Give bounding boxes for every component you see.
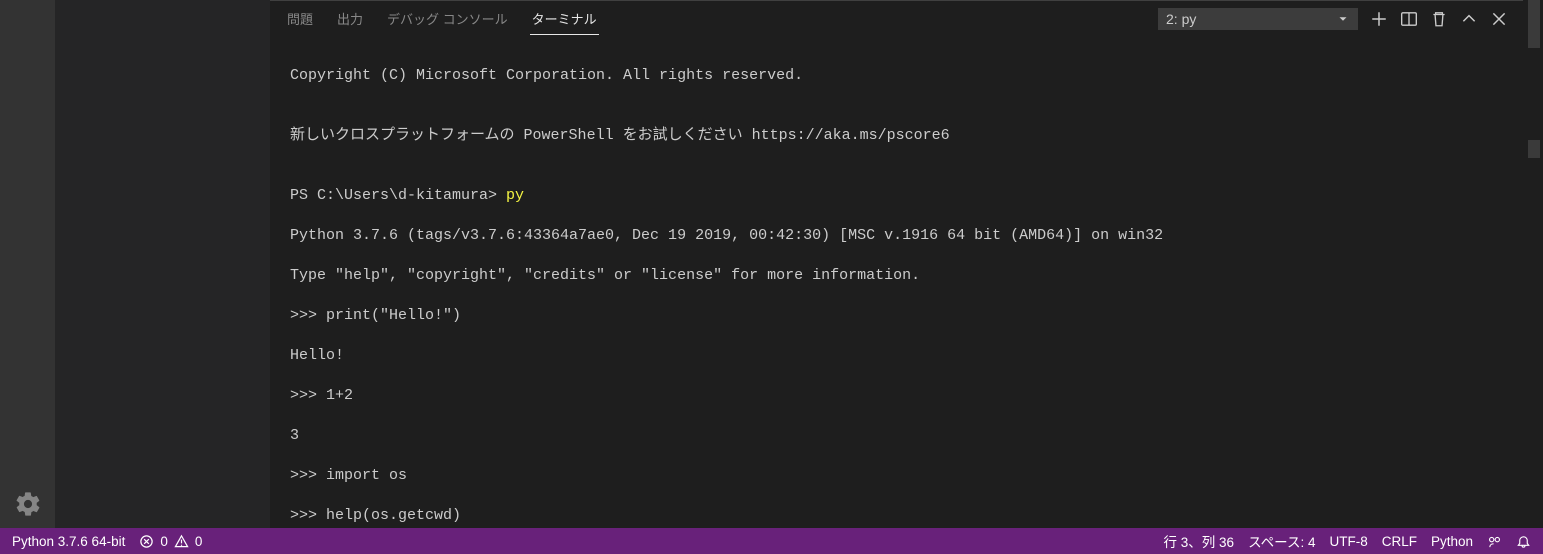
content-column: 問題 出力 デバッグ コンソール ターミナル 2: py — [270, 0, 1523, 528]
panel: 問題 出力 デバッグ コンソール ターミナル 2: py — [270, 0, 1523, 528]
status-notifications[interactable] — [1516, 534, 1531, 549]
close-icon[interactable] — [1490, 10, 1508, 28]
terminal-line: Python 3.7.6 (tags/v3.7.6:43364a7ae0, De… — [290, 226, 1503, 246]
chevron-down-icon — [1336, 12, 1350, 26]
terminal-line: 3 — [290, 426, 1503, 446]
terminal-selector[interactable]: 2: py — [1158, 8, 1358, 30]
warning-icon — [174, 534, 189, 549]
status-feedback[interactable] — [1487, 534, 1502, 549]
panel-actions: 2: py — [1158, 8, 1508, 30]
error-icon — [139, 534, 154, 549]
terminal-line: 新しいクロスプラットフォームの PowerShell をお試しください http… — [290, 126, 1503, 146]
terminal-line: PS C:\Users\d-kitamura> py — [290, 186, 1503, 206]
tab-problems[interactable]: 問題 — [285, 3, 315, 34]
sidebar — [55, 0, 270, 528]
panel-tabs: 問題 出力 デバッグ コンソール ターミナル — [285, 1, 599, 36]
terminal-line: Hello! — [290, 346, 1503, 366]
tab-output[interactable]: 出力 — [335, 3, 365, 34]
chevron-up-icon[interactable] — [1460, 10, 1478, 28]
terminal-selector-label: 2: py — [1166, 11, 1196, 27]
terminal-line: Type "help", "copyright", "credits" or "… — [290, 266, 1503, 286]
terminal-line: >>> help(os.getcwd) — [290, 506, 1503, 526]
terminal-line: >>> import os — [290, 466, 1503, 486]
status-errors-count: 0 — [160, 534, 168, 549]
panel-header: 問題 出力 デバッグ コンソール ターミナル 2: py — [270, 1, 1523, 36]
trash-icon[interactable] — [1430, 10, 1448, 28]
app-root: 問題 出力 デバッグ コンソール ターミナル 2: py — [0, 0, 1543, 554]
status-ln-col[interactable]: 行 3、列 36 — [1164, 531, 1235, 551]
status-eol[interactable]: CRLF — [1382, 534, 1417, 549]
bell-icon — [1516, 534, 1531, 549]
tab-debug-console[interactable]: デバッグ コンソール — [385, 3, 510, 34]
terminal-line: >>> 1+2 — [290, 386, 1503, 406]
status-right: 行 3、列 36 スペース: 4 UTF-8 CRLF Python — [1164, 531, 1531, 551]
status-encoding[interactable]: UTF-8 — [1329, 534, 1367, 549]
main-row: 問題 出力 デバッグ コンソール ターミナル 2: py — [0, 0, 1543, 528]
plus-icon[interactable] — [1370, 10, 1388, 28]
scrollbar[interactable] — [1523, 0, 1543, 528]
split-icon[interactable] — [1400, 10, 1418, 28]
status-lang[interactable]: Python — [1431, 534, 1473, 549]
activity-bar — [0, 0, 55, 528]
terminal-line: >>> print("Hello!") — [290, 306, 1503, 326]
status-python[interactable]: Python 3.7.6 64-bit — [12, 534, 125, 549]
terminal-line: Copyright (C) Microsoft Corporation. All… — [290, 66, 1503, 86]
tab-terminal[interactable]: ターミナル — [530, 3, 599, 35]
status-problems[interactable]: 0 0 — [139, 534, 202, 549]
status-warnings-count: 0 — [195, 534, 203, 549]
terminal-body[interactable]: Copyright (C) Microsoft Corporation. All… — [270, 36, 1523, 528]
status-left: Python 3.7.6 64-bit 0 0 — [12, 534, 202, 549]
gear-icon[interactable] — [14, 490, 42, 518]
status-spaces[interactable]: スペース: 4 — [1248, 531, 1315, 551]
status-bar: Python 3.7.6 64-bit 0 0 行 3、列 36 スペース: 4… — [0, 528, 1543, 554]
feedback-icon — [1487, 534, 1502, 549]
